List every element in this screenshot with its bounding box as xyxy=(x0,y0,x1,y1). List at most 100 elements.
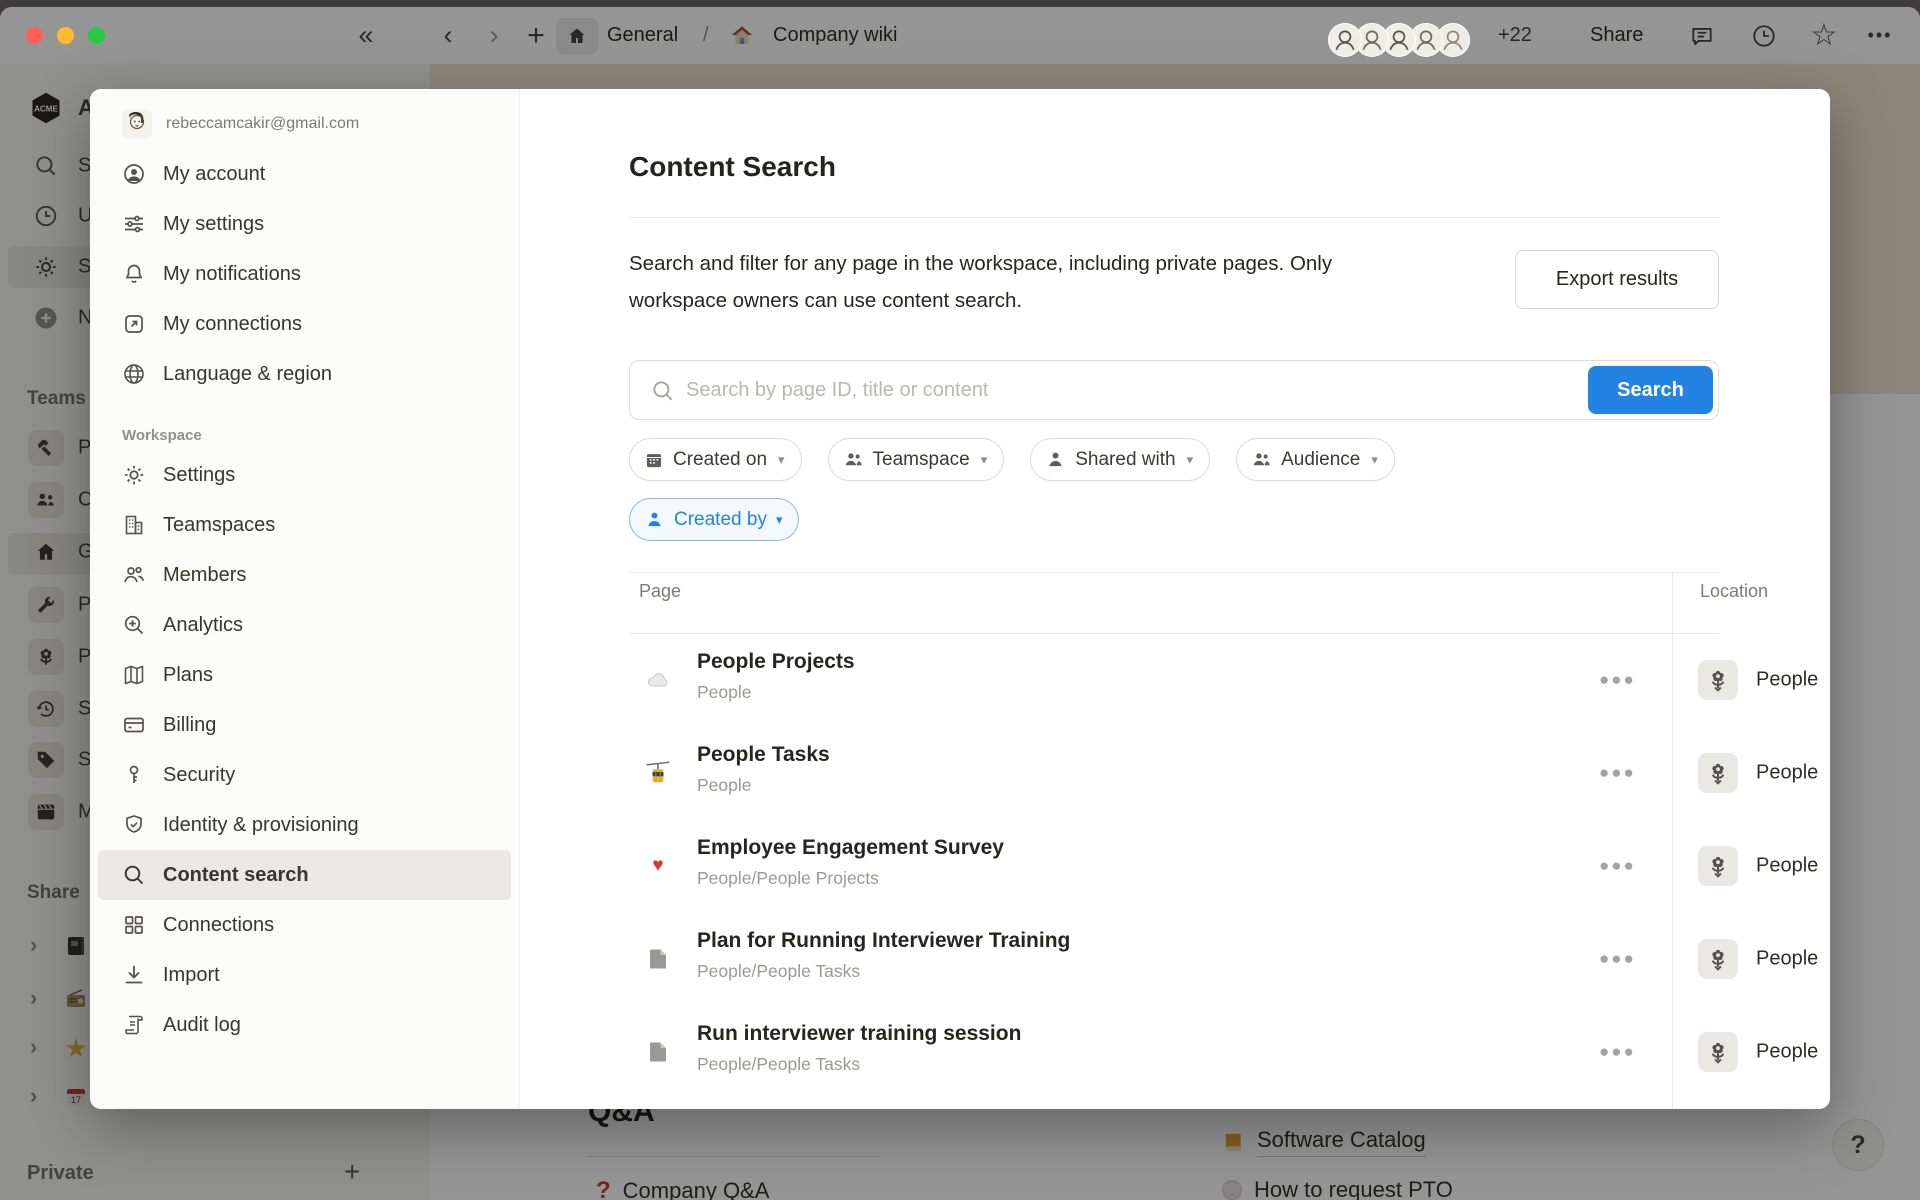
filter-teamspace[interactable]: Teamspace ▾ xyxy=(828,438,1005,481)
sidebar-item-my-connections[interactable]: My connections xyxy=(98,299,511,349)
column-header-location[interactable]: Location xyxy=(1700,581,1768,602)
window-zoom-button[interactable] xyxy=(88,27,105,44)
table-row[interactable]: Plan for Running Interviewer Training Pe… xyxy=(629,912,1829,1005)
teamspace-flower-icon xyxy=(1698,1032,1738,1072)
sidebar-item-security[interactable]: Security xyxy=(98,750,511,800)
page-path: People/People Projects xyxy=(697,868,879,889)
filter-created-by-active[interactable]: Created by ▾ xyxy=(629,498,799,541)
table-row[interactable]: ♥ Employee Engagement Survey People/Peop… xyxy=(629,819,1829,912)
sidebar-item-import[interactable]: Import xyxy=(98,950,511,1000)
sidebar-item-label: My connections xyxy=(163,313,302,336)
search-icon xyxy=(122,863,146,887)
sidebar-item-my-account[interactable]: My account xyxy=(98,149,511,199)
location-value: People xyxy=(1756,761,1818,784)
workspace-section-label: Workspace xyxy=(122,427,511,444)
building-icon xyxy=(122,513,146,537)
sidebar-item-plans[interactable]: Plans xyxy=(98,650,511,700)
window-close-button[interactable] xyxy=(26,27,43,44)
content-search-bar: Search xyxy=(629,360,1719,420)
sidebar-item-analytics[interactable]: Analytics xyxy=(98,600,511,650)
sidebar-item-my-notifications[interactable]: My notifications xyxy=(98,249,511,299)
filter-label: Audience xyxy=(1281,449,1360,471)
account-email: rebeccamcakir@gmail.com xyxy=(166,115,359,133)
sidebar-item-label: Import xyxy=(163,964,220,987)
sidebar-item-label: Audit log xyxy=(163,1014,241,1037)
sidebar-item-label: Plans xyxy=(163,664,213,687)
export-results-button[interactable]: Export results xyxy=(1515,250,1719,309)
cloud-icon xyxy=(643,665,673,695)
sidebar-item-identity-provisioning[interactable]: Identity & provisioning xyxy=(98,800,511,850)
search-input[interactable] xyxy=(686,361,1546,419)
chevron-down-icon: ▾ xyxy=(778,452,785,468)
page-title[interactable]: Plan for Running Interviewer Training xyxy=(697,929,1070,953)
sidebar-item-label: Teamspaces xyxy=(163,514,275,537)
scroll-icon xyxy=(122,1013,146,1037)
page-title[interactable]: People Projects xyxy=(697,650,855,674)
column-header-page[interactable]: Page xyxy=(639,581,681,602)
screen: « ‹ › + General / Company wiki xyxy=(0,0,1920,1200)
member-avatar[interactable] xyxy=(1328,23,1362,57)
teamspace-flower-icon xyxy=(1698,846,1738,886)
page-title[interactable]: Run interviewer training session xyxy=(697,1022,1021,1046)
tram-icon xyxy=(643,758,673,788)
sidebar-item-billing[interactable]: Billing xyxy=(98,700,511,750)
sidebar-item-label: Identity & provisioning xyxy=(163,814,359,837)
page-icon xyxy=(643,1037,673,1067)
page-title[interactable]: Employee Engagement Survey xyxy=(697,836,1004,860)
location-value: People xyxy=(1756,854,1818,877)
person-icon xyxy=(644,509,665,530)
calendar-icon xyxy=(644,450,664,470)
person-circle-icon xyxy=(122,162,146,186)
sidebar-item-connections[interactable]: Connections xyxy=(98,900,511,950)
sidebar-item-label: Content search xyxy=(163,864,309,887)
filter-label: Teamspace xyxy=(873,449,970,471)
filter-chips: Created on ▾ Teamspace ▾ Shared with ▾ A… xyxy=(629,438,1395,481)
row-more-icon[interactable]: ●●● xyxy=(1599,1042,1636,1062)
members-icon xyxy=(122,563,146,587)
location-value: People xyxy=(1756,668,1818,691)
chevron-down-icon: ▾ xyxy=(1371,452,1378,468)
gear-icon xyxy=(122,463,146,487)
table-row[interactable]: People Projects People ●●● People Share xyxy=(629,633,1829,726)
search-icon xyxy=(650,378,676,409)
sidebar-item-label: My settings xyxy=(163,213,264,236)
page-title: Content Search xyxy=(629,151,836,183)
sidebar-item-audit-log[interactable]: Audit log xyxy=(98,1000,511,1050)
chevron-down-icon: ▾ xyxy=(1187,452,1194,468)
teamspace-flower-icon xyxy=(1698,939,1738,979)
page-icon xyxy=(643,944,673,974)
page-title[interactable]: People Tasks xyxy=(697,743,830,767)
sidebar-item-content-search[interactable]: Content search xyxy=(98,850,511,900)
filter-created-on[interactable]: Created on ▾ xyxy=(629,438,802,481)
row-more-icon[interactable]: ●●● xyxy=(1599,949,1636,969)
table-row[interactable]: Run interviewer training session People/… xyxy=(629,1005,1829,1098)
person-icon xyxy=(1045,449,1066,470)
row-more-icon[interactable]: ●●● xyxy=(1599,763,1636,783)
sidebar-item-language-region[interactable]: Language & region xyxy=(98,349,511,399)
sidebar-item-members[interactable]: Members xyxy=(98,550,511,600)
account-header: rebeccamcakir@gmail.com xyxy=(98,105,511,149)
filter-audience[interactable]: Audience ▾ xyxy=(1236,438,1395,481)
sidebar-item-teamspaces[interactable]: Teamspaces xyxy=(98,500,511,550)
sidebar-item-settings[interactable]: Settings xyxy=(98,450,511,500)
search-button[interactable]: Search xyxy=(1588,366,1713,414)
sidebar-item-my-settings[interactable]: My settings xyxy=(98,199,511,249)
search-sparkle-icon xyxy=(122,613,146,637)
location-value: People xyxy=(1756,947,1818,970)
filter-shared-with[interactable]: Shared with ▾ xyxy=(1030,438,1210,481)
settings-modal: rebeccamcakir@gmail.com My account My se… xyxy=(90,89,1830,1109)
credit-card-icon xyxy=(122,713,146,737)
people-icon xyxy=(843,449,864,470)
sidebar-item-label: Language & region xyxy=(163,363,332,386)
location-value: People xyxy=(1756,1040,1818,1063)
globe-icon xyxy=(122,362,146,386)
filter-label: Created by xyxy=(674,509,767,531)
grid-icon xyxy=(122,913,146,937)
row-more-icon[interactable]: ●●● xyxy=(1599,670,1636,690)
table-row[interactable]: People Tasks People ●●● People Share xyxy=(629,726,1829,819)
window-minimize-button[interactable] xyxy=(57,27,74,44)
download-icon xyxy=(122,963,146,987)
row-more-icon[interactable]: ●●● xyxy=(1599,856,1636,876)
sidebar-item-label: Security xyxy=(163,764,235,787)
sidebar-item-label: My account xyxy=(163,163,265,186)
